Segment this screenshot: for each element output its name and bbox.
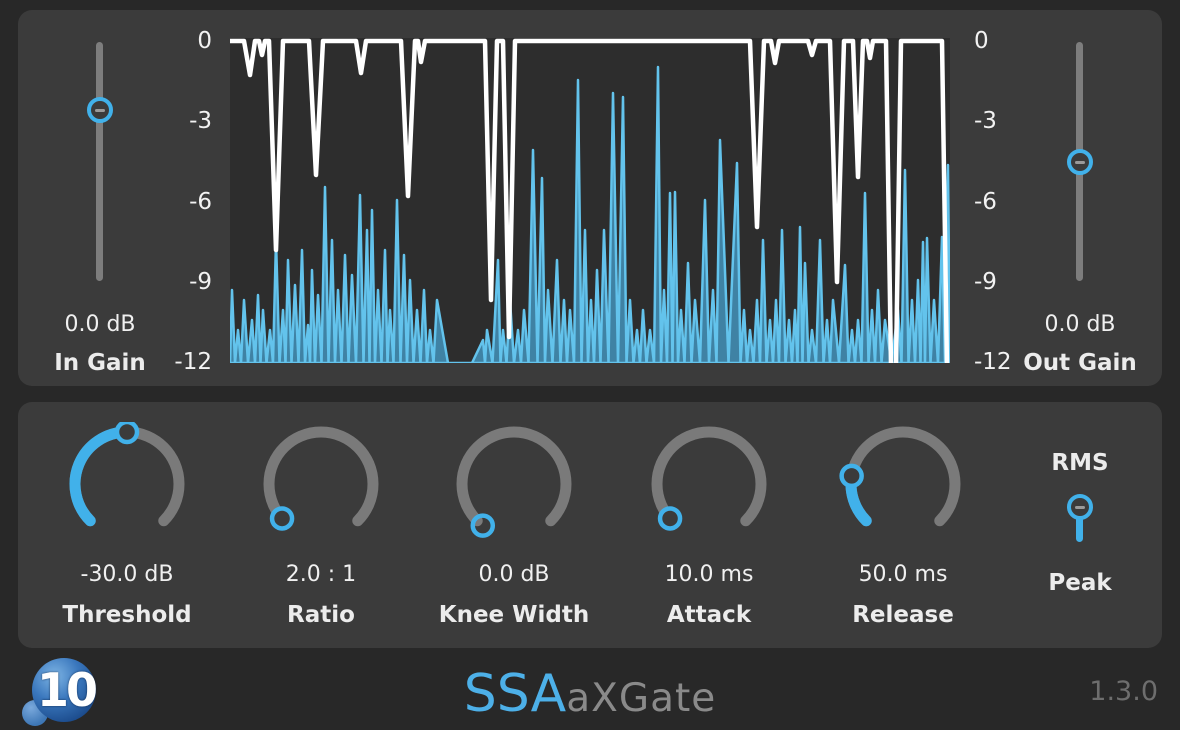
db-tick-label: 0 [128,27,212,55]
in-gain-slider-handle[interactable] [87,97,113,123]
threshold-knob-group: -30.0 dB Threshold [32,422,222,637]
release-knob[interactable] [833,422,973,546]
db-scale-left: 0 -3 -6 -9 -12 [128,10,212,386]
threshold-label: Threshold [32,602,222,628]
plugin-title: SSAaXGate [0,664,1180,724]
threshold-value: -30.0 dB [32,562,222,587]
db-tick-label: -12 [128,348,212,376]
brand-name: SSA [464,664,567,724]
ratio-knob[interactable] [251,422,391,546]
knee-knob-group: 0.0 dB Knee Width [419,422,609,637]
handle-dash-icon [95,109,105,112]
attack-label: Attack [614,602,804,628]
attack-knob-indicator [660,508,680,528]
peak-label[interactable]: Peak [1020,570,1140,596]
plugin-window: 0.0 dB In Gain 0-3-6-9-12 0-3-6-9-12 0.0… [0,0,1180,730]
controls-panel: -30.0 dB Threshold2.0 : 1 Ratio0.0 dB Knee … [18,402,1162,648]
ratio-knob-indicator [272,508,292,528]
attack-knob[interactable] [639,422,779,546]
version-label: 1.3.0 [1089,676,1158,707]
attack-knob-group: 10.0 ms Attack [614,422,804,637]
out-gain-slider-handle[interactable] [1067,149,1093,175]
scope-display [230,38,950,363]
out-gain-label: Out Gain [1010,350,1150,376]
scope-waveform [230,38,950,363]
detector-toggle-handle[interactable] [1067,494,1093,520]
db-tick-label: -9 [128,268,212,296]
release-value: 50.0 ms [808,562,998,587]
release-label: Release [808,602,998,628]
ratio-knob-group: 2.0 : 1 Ratio [226,422,416,637]
footer: 10 SSAaXGate 1.3.0 [0,648,1180,730]
ratio-value: 2.0 : 1 [226,562,416,587]
out-gain-control: 0.0 dB Out Gain [1010,10,1150,386]
threshold-knob[interactable] [57,422,197,546]
meter-panel: 0.0 dB In Gain 0-3-6-9-12 0-3-6-9-12 0.0… [18,10,1162,386]
release-knob-indicator [842,466,862,486]
detector-mode-toggle: RMS Peak [1020,422,1140,637]
db-tick-label: -6 [128,188,212,216]
out-gain-value: 0.0 dB [1010,312,1150,337]
product-name: aXGate [566,676,716,721]
attack-value: 10.0 ms [614,562,804,587]
knee-value: 0.0 dB [419,562,609,587]
threshold-knob-indicator [117,422,137,442]
rms-label[interactable]: RMS [1020,450,1140,476]
handle-dash-icon [1075,506,1085,509]
ratio-label: Ratio [226,602,416,628]
handle-dash-icon [1075,161,1085,164]
knee-knob[interactable] [444,422,584,546]
knee-label: Knee Width [419,602,609,628]
in-gain-slider-track[interactable] [96,42,103,281]
db-tick-label: -3 [128,107,212,135]
release-knob-group: 50.0 ms Release [808,422,998,637]
